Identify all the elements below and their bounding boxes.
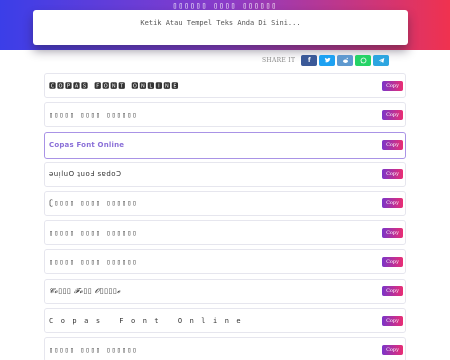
font-result-text[interactable]: ▯▯▯▯▯ ▯▯▯▯ ▯▯▯▯▯▯: [49, 346, 138, 354]
text-input-card: [33, 10, 408, 48]
font-result-text[interactable]: ʗ▯▯▯▯ ▯▯▯▯ ▯▯▯▯▯▯: [49, 199, 138, 207]
font-results-list: 🅲🅾🅿🅰🆂 🅵🅾🅽🆃 🅾🅽🅻🅸🅽🅴 Copy ▯▯▯▯▯ ▯▯▯▯ ▯▯▯▯▯▯…: [44, 73, 406, 360]
font-result-row: ▯▯▯▯▯ ▯▯▯▯ ▯▯▯▯▯▯ Copy: [44, 220, 406, 246]
telegram-share-button[interactable]: [373, 55, 390, 66]
font-result-row-selected: Copas Font Online Copy: [44, 131, 406, 159]
font-result-row: ǝuᴉluO ʇuoℲ sɐdoƆ Copy: [44, 161, 406, 187]
copy-button[interactable]: Copy: [382, 344, 403, 355]
share-bar: SHARE IT f: [262, 55, 391, 66]
copy-button[interactable]: Copy: [382, 198, 403, 209]
copy-button[interactable]: Copy: [382, 109, 403, 120]
font-result-text[interactable]: ǝuᴉluO ʇuoℲ sɐdoƆ: [49, 170, 122, 178]
whatsapp-icon: [360, 57, 367, 64]
font-result-row: ▯▯▯▯▯ ▯▯▯▯ ▯▯▯▯▯▯ Copy: [44, 249, 406, 275]
text-input[interactable]: [33, 12, 408, 48]
font-result-text[interactable]: Copas Font Online: [49, 141, 124, 149]
font-result-row: 𝓒𝓸▯▯▯ 𝓕𝓸▯▯ 𝓞▯▯▯▯𝓮 Copy: [44, 278, 406, 304]
reddit-icon: [342, 57, 348, 63]
font-result-row: ▯▯▯▯▯ ▯▯▯▯ ▯▯▯▯▯▯ Copy: [44, 102, 406, 128]
font-result-text[interactable]: ▯▯▯▯▯ ▯▯▯▯ ▯▯▯▯▯▯: [49, 258, 138, 266]
font-result-text[interactable]: 🅲🅾🅿🅰🆂 🅵🅾🅽🆃 🅾🅽🅻🅸🅽🅴: [49, 81, 179, 91]
font-result-row: ʗ▯▯▯▯ ▯▯▯▯ ▯▯▯▯▯▯ Copy: [44, 190, 406, 216]
share-label: SHARE IT: [262, 57, 296, 64]
site-title: ▯▯▯▯▯▯ ▯▯▯▯ ▯▯▯▯▯▯: [172, 1, 278, 10]
font-result-row: ▯▯▯▯▯ ▯▯▯▯ ▯▯▯▯▯▯ Copy: [44, 337, 406, 360]
font-result-text[interactable]: Copas Font Online: [49, 317, 248, 325]
copy-button[interactable]: Copy: [382, 256, 403, 267]
twitter-share-button[interactable]: [319, 55, 336, 66]
copy-button[interactable]: Copy: [382, 140, 403, 151]
font-result-row: Copas Font Online Copy: [44, 308, 406, 334]
facebook-share-button[interactable]: f: [301, 55, 318, 66]
copy-button[interactable]: Copy: [382, 80, 403, 91]
font-result-text[interactable]: ▯▯▯▯▯ ▯▯▯▯ ▯▯▯▯▯▯: [49, 229, 138, 237]
copy-button[interactable]: Copy: [382, 169, 403, 180]
reddit-share-button[interactable]: [337, 55, 354, 66]
font-result-row: 🅲🅾🅿🅰🆂 🅵🅾🅽🆃 🅾🅽🅻🅸🅽🅴 Copy: [44, 73, 406, 98]
font-result-text[interactable]: ▯▯▯▯▯ ▯▯▯▯ ▯▯▯▯▯▯: [49, 111, 138, 119]
twitter-icon: [324, 57, 331, 63]
copy-button[interactable]: Copy: [382, 227, 403, 238]
telegram-icon: [378, 58, 385, 63]
facebook-icon: f: [307, 57, 311, 64]
font-result-text[interactable]: 𝓒𝓸▯▯▯ 𝓕𝓸▯▯ 𝓞▯▯▯▯𝓮: [49, 287, 121, 296]
copy-button[interactable]: Copy: [382, 315, 403, 326]
whatsapp-share-button[interactable]: [355, 55, 372, 66]
copy-button[interactable]: Copy: [382, 286, 403, 297]
